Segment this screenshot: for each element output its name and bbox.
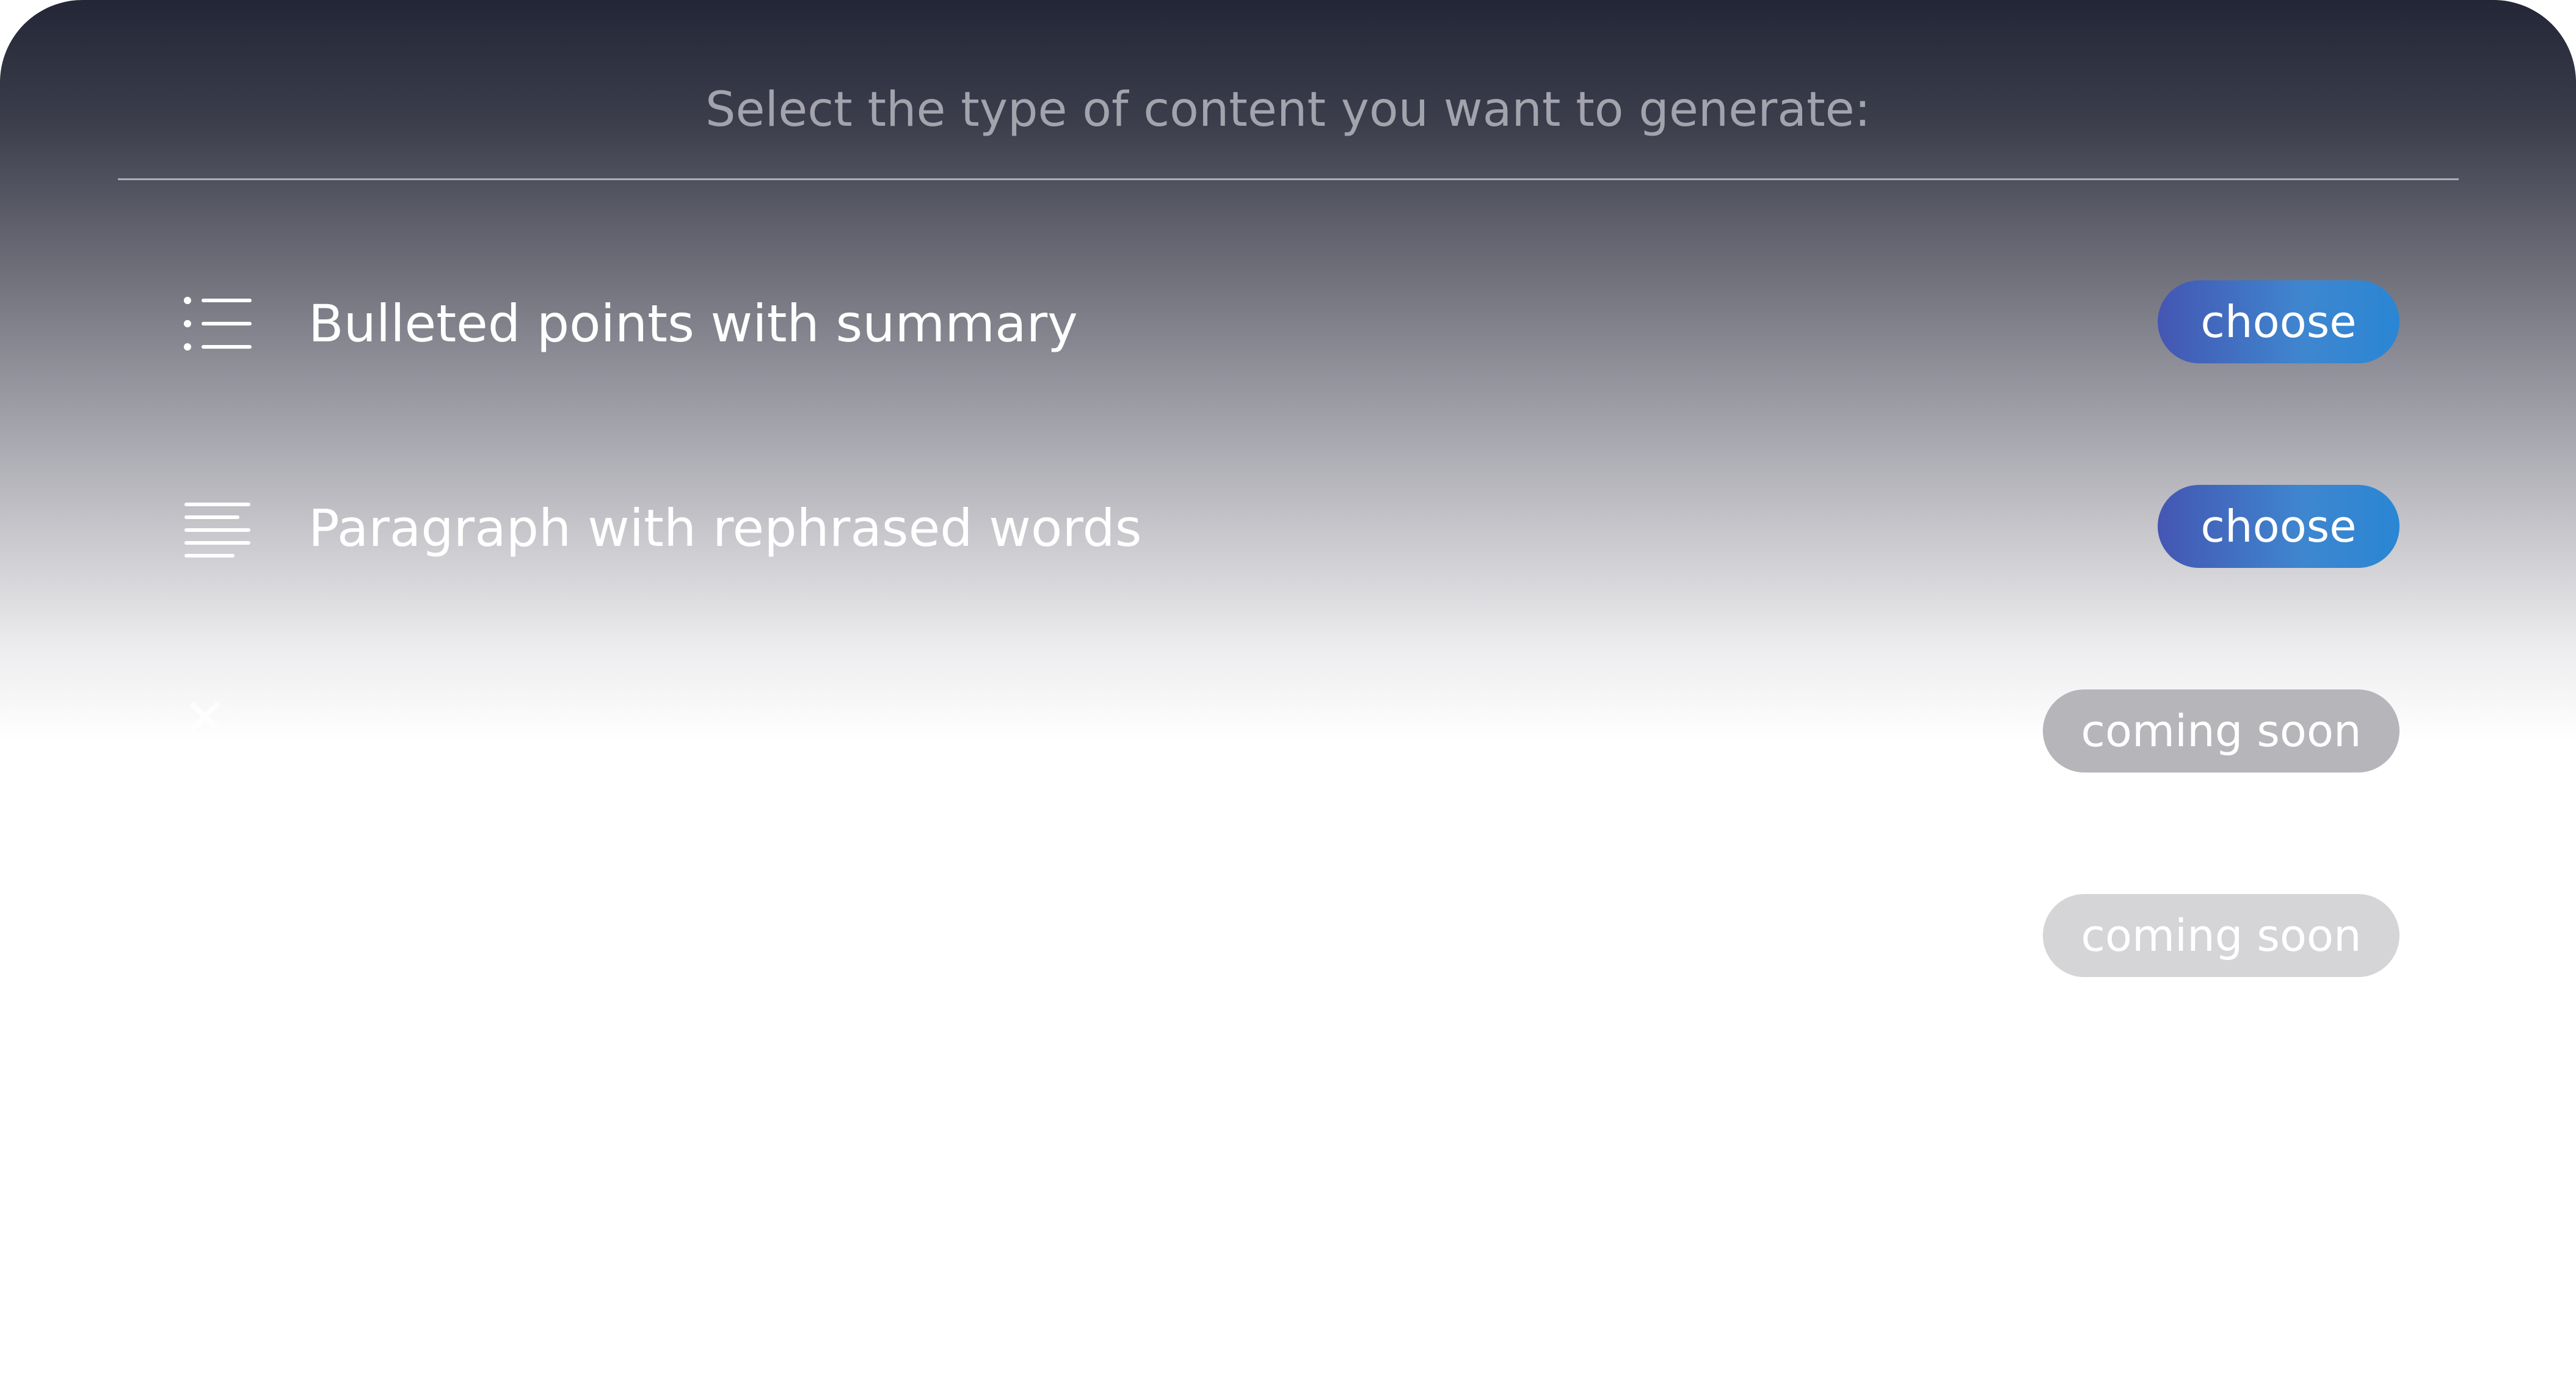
option-row-third: ✕ coming soon (0, 687, 2576, 779)
option-row-paragraph: Paragraph with rephrased words choose (0, 482, 2576, 574)
bulleted-list-icon (183, 293, 257, 354)
option-row-fourth: coming soon (0, 892, 2576, 983)
heading-divider (118, 178, 2459, 180)
unknown-icon: ✕ (183, 688, 227, 747)
choose-bulleted-button[interactable]: choose (2158, 280, 2400, 363)
option-label-bulleted: Bulleted points with summary (308, 294, 1078, 354)
dialog-heading: Select the type of content you want to g… (705, 82, 1871, 137)
coming-soon-button-1[interactable]: coming soon (2043, 689, 2400, 772)
paragraph-lines-icon (183, 498, 257, 559)
choose-paragraph-button[interactable]: choose (2158, 485, 2400, 568)
coming-soon-button-2[interactable]: coming soon (2043, 894, 2400, 977)
content-type-dialog: Select the type of content you want to g… (0, 0, 2576, 1374)
option-row-bulleted: Bulleted points with summary choose (0, 278, 2576, 369)
option-label-paragraph: Paragraph with rephrased words (308, 498, 1142, 558)
